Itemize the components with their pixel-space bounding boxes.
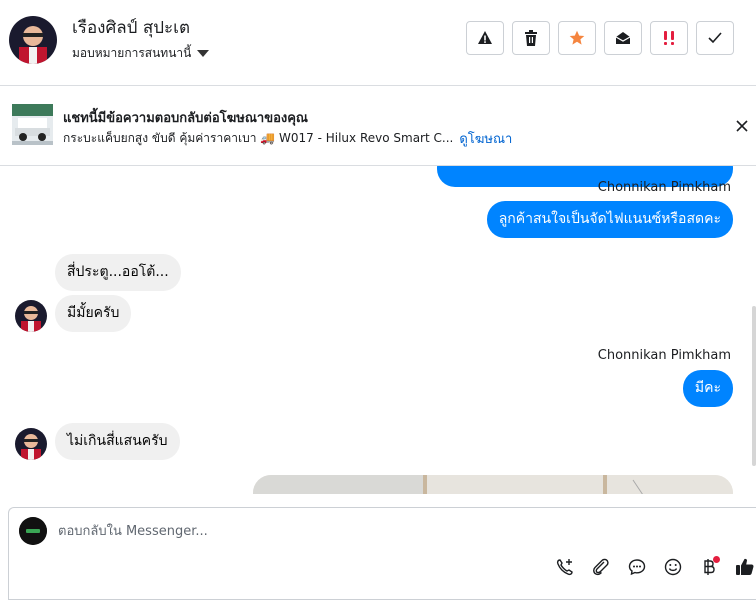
reply-input[interactable] — [58, 521, 658, 541]
notification-dot — [713, 556, 720, 563]
outgoing-message[interactable]: ลูกค้าสนใจเป็นจัดไฟแนนซ์หรือสดคะ — [486, 201, 733, 238]
scrollbar[interactable] — [752, 306, 756, 466]
conversation-header: เรืองศิลป์ สุปะเต มอบหมายการสนทนานี้ — [0, 0, 756, 86]
contact-avatar-small[interactable] — [15, 428, 47, 460]
sender-name: Chonnikan Pimkham — [597, 180, 731, 195]
follow-up-button[interactable] — [650, 21, 688, 55]
message-thread[interactable]: Chonnikan Pimkham ลูกค้าสนใจเป็นจัดไฟแนน… — [0, 166, 756, 494]
ad-thumbnail[interactable] — [12, 104, 53, 145]
close-icon — [736, 120, 748, 132]
contact-name[interactable]: เรืองศิลป์ สุปะเต — [72, 14, 190, 41]
mark-spam-button[interactable] — [466, 21, 504, 55]
assign-label: มอบหมายการสนทนานี้ — [72, 46, 192, 60]
contact-avatar-small[interactable] — [15, 300, 47, 332]
outgoing-message[interactable]: มีคะ — [682, 370, 733, 407]
warning-icon — [478, 31, 492, 44]
check-icon — [708, 32, 722, 44]
saved-reply-icon — [628, 559, 646, 576]
ad-banner-subtitle: กระบะแค็บยกสูง ขับดี คุ้มค่าราคาเบา 🚚 W0… — [63, 128, 512, 149]
payment-button[interactable] — [697, 555, 721, 579]
add-contact-button[interactable] — [553, 555, 577, 579]
emoji-button[interactable] — [661, 555, 685, 579]
incoming-message[interactable]: ไม่เกินสี่แสนครับ — [55, 423, 180, 460]
send-like-button[interactable] — [733, 555, 756, 579]
emoji-icon — [664, 558, 682, 576]
ad-subtitle-text: กระบะแค็บยกสูง ขับดี คุ้มค่าราคาเบา 🚚 W0… — [63, 131, 454, 145]
incoming-message[interactable]: มีมั้ยครับ — [55, 295, 132, 332]
contact-avatar[interactable] — [9, 16, 57, 64]
view-ad-link[interactable]: ดูโฆษณา — [459, 128, 512, 149]
mark-done-button[interactable] — [696, 21, 734, 55]
assign-conversation-dropdown[interactable]: มอบหมายการสนทนานี้ — [72, 44, 210, 63]
trash-icon — [525, 30, 537, 46]
thumbs-up-icon — [736, 558, 754, 575]
add-contact-icon — [556, 559, 573, 576]
incoming-message[interactable]: สี่ประตู...ออโต้... — [55, 254, 181, 291]
mark-unread-button[interactable] — [604, 21, 642, 55]
ad-banner-title: แชทนี้มีข้อความตอบกลับต่อโฆษณาของคุณ — [63, 111, 308, 126]
page-avatar — [19, 517, 47, 545]
delete-button[interactable] — [512, 21, 550, 55]
star-icon — [569, 30, 585, 45]
saved-replies-button[interactable] — [625, 555, 649, 579]
attach-button[interactable] — [589, 555, 613, 579]
envelope-open-icon — [615, 32, 631, 44]
message-composer — [8, 507, 756, 600]
ad-reply-banner: แชทนี้มีข้อความตอบกลับต่อโฆษณาของคุณ กระ… — [0, 86, 756, 166]
conversation-actions — [466, 21, 734, 55]
star-button[interactable] — [558, 21, 596, 55]
double-exclamation-icon — [664, 31, 674, 45]
close-banner-button[interactable] — [732, 116, 752, 136]
chevron-down-icon — [197, 50, 210, 57]
sender-name: Chonnikan Pimkham — [597, 348, 731, 363]
attachment-icon — [593, 558, 609, 576]
image-message[interactable] — [253, 475, 733, 494]
composer-toolbar — [553, 555, 756, 579]
